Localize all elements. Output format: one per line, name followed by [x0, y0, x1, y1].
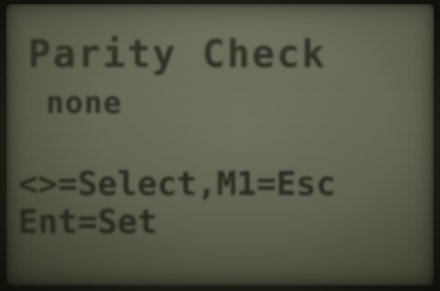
key-hint-set: Ent=Set — [18, 202, 158, 241]
lcd-screen: Parity Check none <>=Select,M1=Esc Ent=S… — [6, 4, 434, 286]
device-bezel: Parity Check none <>=Select,M1=Esc Ent=S… — [0, 0, 440, 291]
current-value: none — [46, 86, 123, 121]
menu-title: Parity Check — [28, 32, 327, 76]
key-hint-select-esc: <>=Select,M1=Esc — [18, 164, 336, 203]
